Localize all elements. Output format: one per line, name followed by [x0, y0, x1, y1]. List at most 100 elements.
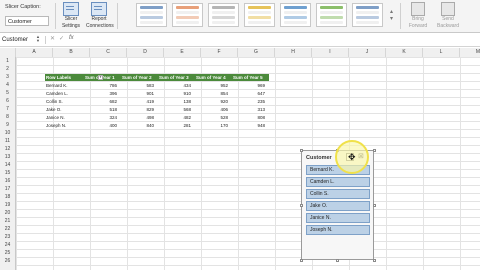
- column-header[interactable]: K: [386, 48, 423, 57]
- resize-handle[interactable]: [299, 203, 303, 207]
- row-header[interactable]: 19: [0, 201, 15, 209]
- pivot-value-cell[interactable]: 482: [157, 114, 191, 122]
- pivot-row-label[interactable]: Janice N.: [46, 114, 86, 122]
- pivot-value-cell[interactable]: 400: [83, 122, 117, 130]
- pivot-value-cell[interactable]: 647: [231, 90, 265, 98]
- row-header[interactable]: 4: [0, 81, 15, 89]
- slicer-style-swatch[interactable]: [316, 3, 347, 27]
- pivot-value-cell[interactable]: 786: [83, 82, 117, 90]
- gallery-scroll-icon[interactable]: ▴ ▾: [390, 8, 396, 22]
- pivot-row-label[interactable]: Jake O.: [46, 106, 86, 114]
- pivot-value-cell[interactable]: 910: [157, 90, 191, 98]
- pivot-row-label[interactable]: Camden L.: [46, 90, 86, 98]
- pivot-row-label[interactable]: Joseph N.: [46, 122, 86, 130]
- pivot-value-cell[interactable]: 396: [83, 90, 117, 98]
- pivot-value-cell[interactable]: 528: [194, 114, 228, 122]
- pivot-value-cell[interactable]: 498: [120, 114, 154, 122]
- row-header[interactable]: 25: [0, 249, 15, 257]
- pivot-value-cell[interactable]: 948: [231, 122, 265, 130]
- row-header[interactable]: 26: [0, 257, 15, 265]
- insert-function-icon[interactable]: fx: [69, 35, 74, 41]
- pivot-value-cell[interactable]: 682: [83, 98, 117, 106]
- column-header[interactable]: L: [423, 48, 460, 57]
- row-header[interactable]: 11: [0, 137, 15, 145]
- pivot-value-cell[interactable]: 518: [83, 106, 117, 114]
- row-header[interactable]: 13: [0, 153, 15, 161]
- slicer-style-swatch[interactable]: [352, 3, 383, 27]
- column-header[interactable]: C: [90, 48, 127, 57]
- pivot-value-cell[interactable]: 419: [120, 98, 154, 106]
- row-labels-filter-icon[interactable]: ▾: [98, 75, 103, 80]
- pivot-value-cell[interactable]: 324: [83, 114, 117, 122]
- pivot-row-label[interactable]: Bernard K.: [46, 82, 86, 90]
- send-backward-button[interactable]: Send Backward: [434, 2, 462, 30]
- select-all-corner[interactable]: [0, 48, 16, 57]
- pivot-value-cell[interactable]: 170: [194, 122, 228, 130]
- slicer-item[interactable]: Jake O.: [306, 201, 370, 211]
- column-header[interactable]: I: [312, 48, 349, 57]
- pivot-row-label[interactable]: Collin S.: [46, 98, 86, 106]
- pivot-value-cell[interactable]: 406: [194, 106, 228, 114]
- report-connections-button[interactable]: Report Connections: [86, 2, 114, 30]
- pivot-value-cell[interactable]: 583: [120, 82, 154, 90]
- pivot-value-cell[interactable]: 313: [231, 106, 265, 114]
- row-header[interactable]: 1: [0, 57, 15, 65]
- cancel-icon[interactable]: ✕: [50, 35, 55, 42]
- pivot-value-cell[interactable]: 901: [120, 90, 154, 98]
- resize-handle[interactable]: [372, 203, 376, 207]
- row-header[interactable]: 10: [0, 129, 15, 137]
- pivot-value-cell[interactable]: 138: [157, 98, 191, 106]
- pivot-value-cell[interactable]: 969: [231, 82, 265, 90]
- row-header[interactable]: 17: [0, 185, 15, 193]
- pivot-value-cell[interactable]: 434: [157, 82, 191, 90]
- row-header[interactable]: 9: [0, 121, 15, 129]
- column-header[interactable]: A: [16, 48, 53, 57]
- name-box-stepper-icon[interactable]: ▲ ▼: [36, 35, 40, 43]
- row-header[interactable]: 14: [0, 161, 15, 169]
- row-header[interactable]: 16: [0, 177, 15, 185]
- resize-handle[interactable]: [299, 258, 303, 262]
- column-header[interactable]: J: [349, 48, 386, 57]
- slicer-style-swatch[interactable]: [280, 3, 311, 27]
- column-header[interactable]: G: [238, 48, 275, 57]
- row-header[interactable]: 24: [0, 241, 15, 249]
- pivot-value-cell[interactable]: 235: [231, 98, 265, 106]
- row-header[interactable]: 23: [0, 233, 15, 241]
- column-header[interactable]: B: [53, 48, 90, 57]
- slicer-caption-input[interactable]: Customer: [5, 16, 49, 26]
- resize-handle[interactable]: [299, 148, 303, 152]
- resize-handle[interactable]: [372, 148, 376, 152]
- row-header[interactable]: 12: [0, 145, 15, 153]
- row-header[interactable]: 8: [0, 113, 15, 121]
- pivot-value-cell[interactable]: 829: [120, 106, 154, 114]
- column-header[interactable]: F: [201, 48, 238, 57]
- row-header[interactable]: 3: [0, 73, 15, 81]
- column-header[interactable]: D: [127, 48, 164, 57]
- bring-forward-button[interactable]: Bring Forward: [404, 2, 432, 30]
- slicer-settings-button[interactable]: Slicer Settings: [58, 2, 84, 30]
- slicer-style-swatch[interactable]: [208, 3, 239, 27]
- slicer-item[interactable]: Collin S.: [306, 189, 370, 199]
- slicer-style-swatch[interactable]: [172, 3, 203, 27]
- name-box[interactable]: Customer: [2, 35, 40, 45]
- column-header[interactable]: E: [164, 48, 201, 57]
- pivot-value-cell[interactable]: 281: [157, 122, 191, 130]
- pivot-value-cell[interactable]: 808: [231, 114, 265, 122]
- column-header[interactable]: M: [460, 48, 480, 57]
- pivot-value-cell[interactable]: 920: [194, 98, 228, 106]
- resize-handle[interactable]: [372, 258, 376, 262]
- resize-handle[interactable]: [336, 258, 339, 262]
- pivot-value-cell[interactable]: 840: [120, 122, 154, 130]
- row-header[interactable]: 5: [0, 89, 15, 97]
- pivot-value-cell[interactable]: 568: [157, 106, 191, 114]
- row-header[interactable]: 6: [0, 97, 15, 105]
- pivot-value-cell[interactable]: 854: [194, 90, 228, 98]
- row-header[interactable]: 15: [0, 169, 15, 177]
- slicer-item[interactable]: Janice N.: [306, 213, 370, 223]
- pivot-value-cell[interactable]: 952: [194, 82, 228, 90]
- slicer-item[interactable]: Camden L.: [306, 177, 370, 187]
- row-header[interactable]: 7: [0, 105, 15, 113]
- row-header[interactable]: 22: [0, 225, 15, 233]
- row-header[interactable]: 18: [0, 193, 15, 201]
- row-header[interactable]: 20: [0, 209, 15, 217]
